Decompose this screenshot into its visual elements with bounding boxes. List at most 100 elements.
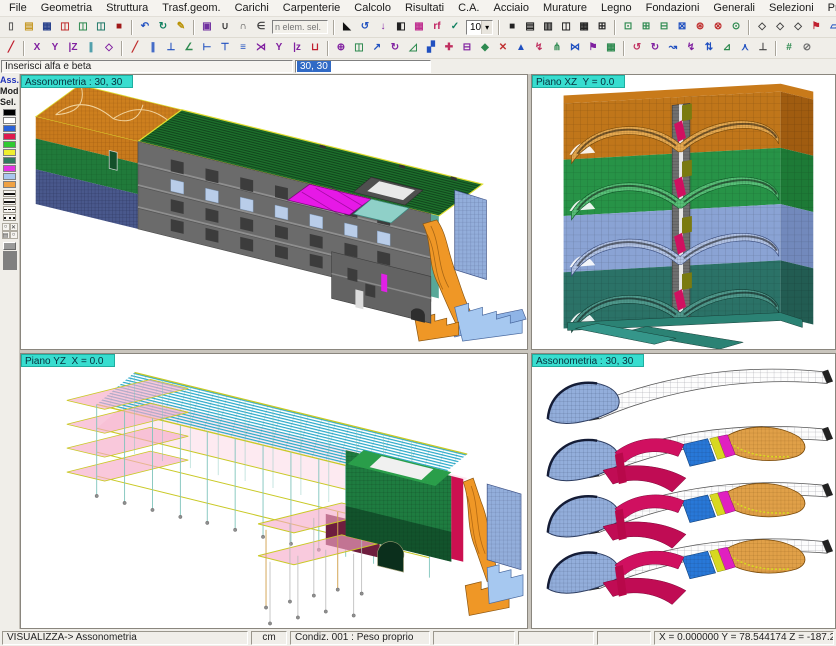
color-swatch[interactable]: [3, 181, 16, 188]
color-swatch[interactable]: [3, 109, 16, 116]
menu-item[interactable]: Selezioni: [762, 1, 821, 15]
select-all-icon[interactable]: ⊛: [691, 19, 709, 36]
solid-element-icon[interactable]: ◆: [476, 40, 494, 57]
color-swatch[interactable]: [3, 157, 16, 164]
insert-node-icon[interactable]: ↓: [374, 19, 392, 36]
menu-item[interactable]: Fondazioni: [639, 1, 707, 15]
snap-x-icon[interactable]: ⋊: [252, 40, 270, 57]
snap-angle-icon[interactable]: ∠: [180, 40, 198, 57]
layout-hsplit-icon[interactable]: ▤: [521, 19, 539, 36]
snap-z-icon[interactable]: |z: [288, 40, 306, 57]
layout-grid-icon[interactable]: ▦: [575, 19, 593, 36]
project-icon[interactable]: ⊿: [718, 40, 736, 57]
menu-item[interactable]: Proprietà: [821, 1, 836, 15]
scale-icon[interactable]: ◿: [404, 40, 422, 57]
polygon-icon[interactable]: ◇: [100, 40, 118, 57]
spiral-icon[interactable]: ↯: [682, 40, 700, 57]
color-swatch[interactable]: [3, 117, 16, 124]
invert-selection-icon[interactable]: ⊙: [727, 19, 745, 36]
eraser-icon[interactable]: ⊘: [798, 40, 816, 57]
snap-y-icon[interactable]: Y: [270, 40, 288, 57]
select-window-icon[interactable]: ⊠: [673, 19, 691, 36]
angle-input[interactable]: 30, 30: [295, 60, 431, 73]
chevron-down-icon[interactable]: ▾: [481, 21, 492, 34]
select-saved-icon[interactable]: ▣: [198, 19, 216, 36]
record-icon[interactable]: ■: [110, 19, 128, 36]
menu-item[interactable]: Generali: [706, 1, 762, 15]
mirror-icon[interactable]: ◫: [350, 40, 368, 57]
snap-divide-icon[interactable]: ≡: [234, 40, 252, 57]
menu-item[interactable]: Murature: [536, 1, 594, 15]
generate-triangle-icon[interactable]: ▲: [512, 40, 530, 57]
move-icon[interactable]: ↗: [368, 40, 386, 57]
lock-z-icon[interactable]: |Z: [64, 40, 82, 57]
check-model-icon[interactable]: ⚑: [584, 40, 602, 57]
color-swatch[interactable]: [3, 141, 16, 148]
zoom-level-select[interactable]: 10▾: [466, 20, 493, 35]
sidebar-label[interactable]: Ass.: [0, 75, 19, 86]
local-axes-icon[interactable]: rf: [428, 19, 446, 36]
layout-vsplit-icon[interactable]: ▥: [539, 19, 557, 36]
new-file-icon[interactable]: ▯: [2, 19, 20, 36]
viewport-plane-yz[interactable]: Piano YZ X = 0.0: [20, 353, 528, 629]
edit-last-icon[interactable]: ✎: [172, 19, 190, 36]
refresh-icon[interactable]: ↻: [154, 19, 172, 36]
menu-item[interactable]: File: [2, 1, 34, 15]
parallel-lines-icon[interactable]: ∥: [82, 40, 100, 57]
linestyle-dashed[interactable]: [3, 198, 16, 205]
import-mesh-icon[interactable]: ◫: [56, 19, 74, 36]
shade-view-icon[interactable]: ◣: [338, 19, 356, 36]
wire-front-view-icon[interactable]: ◇: [789, 19, 807, 36]
color-swatch[interactable]: [3, 125, 16, 132]
split-mesh-icon[interactable]: ▞: [422, 40, 440, 57]
plane-view-icon[interactable]: ▱: [825, 19, 836, 36]
rotate-right-icon[interactable]: ↻: [646, 40, 664, 57]
menu-item[interactable]: Trasf.geom.: [155, 1, 227, 15]
element-of-icon[interactable]: ∈: [252, 19, 270, 36]
intersection-icon[interactable]: ∩: [234, 19, 252, 36]
linestyle-solid[interactable]: [3, 190, 16, 197]
lock-x-icon[interactable]: X: [28, 40, 46, 57]
merge-nodes-icon[interactable]: ⋏: [736, 40, 754, 57]
menu-item[interactable]: C.A.: [451, 1, 486, 15]
flag-icon[interactable]: ⚑: [807, 19, 825, 36]
generate-mesh-icon[interactable]: ▦: [602, 40, 620, 57]
snap-line-icon[interactable]: ╱: [126, 40, 144, 57]
dark-window-icon[interactable]: ◧: [392, 19, 410, 36]
layout-single-icon[interactable]: ■: [503, 19, 521, 36]
rotate-left-icon[interactable]: ↺: [628, 40, 646, 57]
lock-y-icon[interactable]: Y: [46, 40, 64, 57]
fill-pattern-crosshatch[interactable]: [15, 251, 17, 270]
menu-item[interactable]: Acciaio: [487, 1, 536, 15]
node-grid-icon[interactable]: ▤: [2, 231, 10, 239]
wire-top-view-icon[interactable]: ◇: [771, 19, 789, 36]
bend-icon[interactable]: ↝: [664, 40, 682, 57]
undo-icon[interactable]: ↶: [136, 19, 154, 36]
menu-item[interactable]: Geometria: [34, 1, 99, 15]
layout-three-icon[interactable]: ◫: [557, 19, 575, 36]
lightning-icon[interactable]: ↯: [530, 40, 548, 57]
selected-elements-field[interactable]: [272, 20, 328, 34]
linestyle-dotted[interactable]: [3, 214, 16, 221]
remove-element-icon[interactable]: ⊟: [458, 40, 476, 57]
node-circle-icon[interactable]: ○: [2, 223, 10, 231]
color-map-icon[interactable]: ▦: [410, 19, 428, 36]
grid-icon[interactable]: #: [780, 40, 798, 57]
save-icon[interactable]: ▦: [38, 19, 56, 36]
color-swatch[interactable]: [3, 149, 16, 156]
viewport-plane-xz[interactable]: Piano XZ Y = 0.0: [531, 74, 836, 350]
layout-quad-icon[interactable]: ⊞: [593, 19, 611, 36]
join-beam-icon[interactable]: ⋈: [566, 40, 584, 57]
zoom-all-icon[interactable]: ⊞: [637, 19, 655, 36]
measure-icon[interactable]: ✓: [446, 19, 464, 36]
menu-item[interactable]: Carichi: [228, 1, 276, 15]
wire-iso-view-icon[interactable]: ◇: [753, 19, 771, 36]
sidebar-label[interactable]: Sel.: [0, 97, 19, 108]
menu-item[interactable]: Calcolo: [347, 1, 398, 15]
flip-icon[interactable]: ⇅: [700, 40, 718, 57]
color-swatch[interactable]: [3, 165, 16, 172]
node-dot-icon[interactable]: ○: [10, 231, 18, 239]
menu-item[interactable]: Carpenterie: [276, 1, 347, 15]
rotate-copy-icon[interactable]: ↻: [386, 40, 404, 57]
open-folder-icon[interactable]: ▤: [20, 19, 38, 36]
